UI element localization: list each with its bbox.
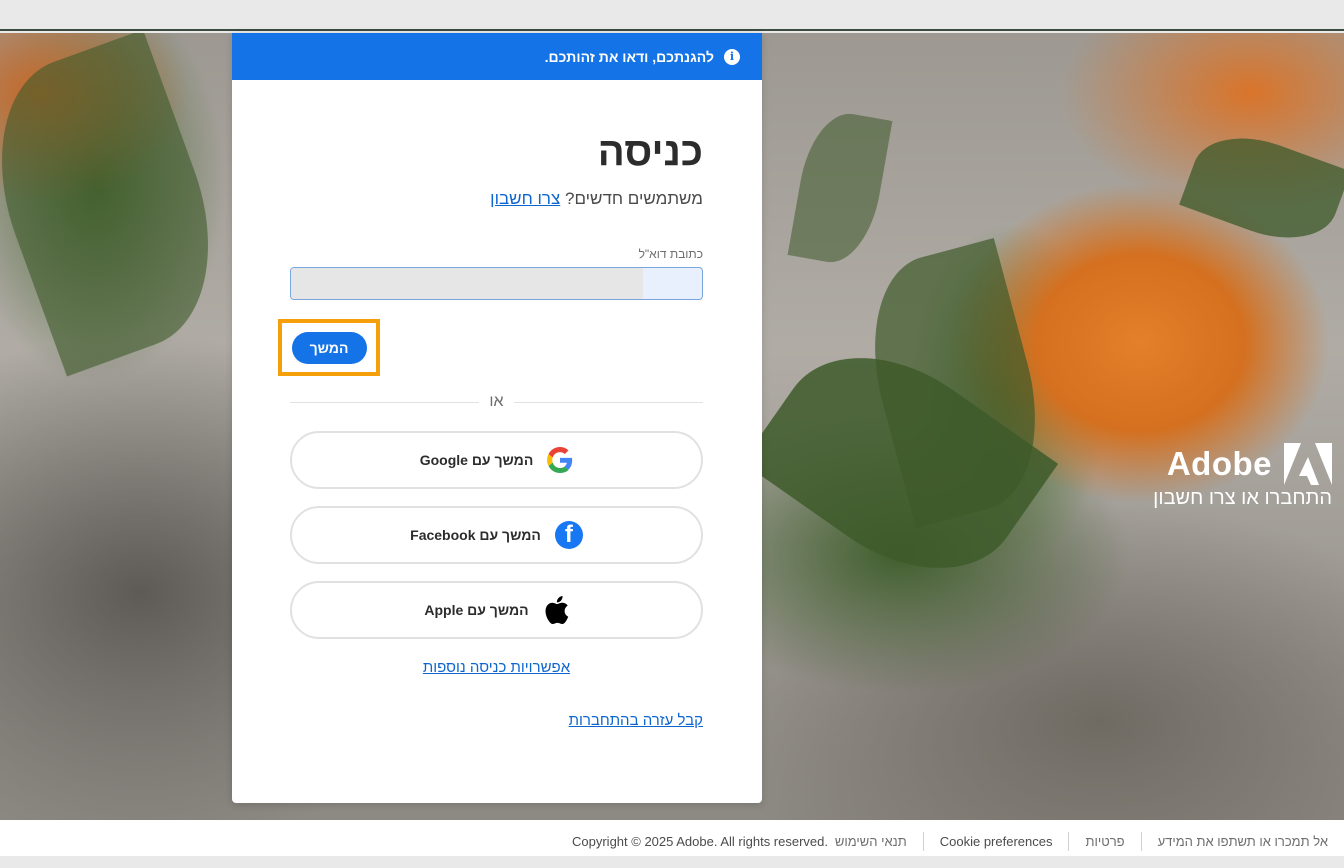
brand-subtitle: התחברו או צרו חשבון (1153, 487, 1332, 509)
email-field-wrapper (290, 267, 703, 300)
facebook-label: המשך עם Facebook (410, 527, 541, 543)
continue-highlight: המשך (278, 319, 380, 376)
email-label: כתובת דוא"ל (638, 247, 703, 261)
continue-with-facebook-button[interactable]: f המשך עם Facebook (290, 506, 703, 564)
browser-top-bar (0, 0, 1344, 31)
signin-content: כניסה משתמשים חדשים? צרו חשבון כתובת דוא… (232, 128, 762, 729)
new-users-row: משתמשים חדשים? צרו חשבון (291, 189, 703, 209)
page-title: כניסה (597, 130, 703, 174)
continue-with-apple-button[interactable]: המשך עם Apple (290, 581, 703, 639)
more-signin-options-link[interactable]: אפשרויות כניסה נוספות (290, 659, 703, 676)
footer-terms-link[interactable]: תנאי השימוש (819, 832, 923, 851)
divider-line (513, 401, 703, 403)
brand-block: Adobe התחברו או צרו חשבון (1153, 443, 1332, 510)
footer: אל תמכרו או תשתפו את המידע פרטיות Cookie… (0, 820, 1344, 868)
signin-card: i להגנתכם, ודאו את זהותכם. כניסה משתמשים… (232, 33, 762, 803)
facebook-icon: f (554, 521, 583, 549)
apple-label-provider: Apple (424, 602, 464, 618)
banner-text: להגנתכם, ודאו את זהותכם. (544, 48, 714, 65)
google-label-provider: Google (419, 452, 468, 468)
apple-label-prefix: המשך עם (467, 602, 529, 618)
adobe-logo-icon (1284, 443, 1332, 485)
or-text: או (489, 393, 504, 410)
signin-help-link[interactable]: קבל עזרה בהתחברות (290, 712, 703, 729)
google-label: המשך עם Google (420, 452, 534, 468)
create-account-link[interactable]: צרו חשבון (490, 189, 560, 208)
footer-links: אל תמכרו או תשתפו את המידע פרטיות Cookie… (819, 832, 1344, 851)
footer-copyright: Copyright © 2025 Adobe. All rights reser… (572, 834, 829, 849)
apple-label: המשך עם Apple (424, 602, 528, 618)
or-divider: או (289, 393, 703, 411)
info-icon: i (724, 48, 740, 65)
new-users-text: משתמשים חדשים? (564, 189, 703, 208)
facebook-label-provider: Facebook (410, 527, 476, 543)
footer-cookie-preferences-link[interactable]: Cookie preferences (922, 832, 1069, 851)
verify-identity-banner: i להגנתכם, ודאו את זהותכם. (232, 33, 762, 80)
continue-with-google-button[interactable]: המשך עם Google (290, 431, 703, 489)
continue-button[interactable]: המשך (291, 331, 367, 364)
divider-line (289, 401, 480, 403)
footer-privacy-link[interactable]: פרטיות (1068, 832, 1140, 851)
google-icon (547, 447, 573, 473)
brand-name: Adobe (1166, 445, 1272, 482)
facebook-label-prefix: המשך עם (479, 527, 541, 543)
footer-do-not-sell-link[interactable]: אל תמכרו או תשתפו את המידע (1140, 832, 1344, 851)
email-field[interactable] (291, 268, 702, 299)
google-label-prefix: המשך עם (471, 452, 534, 468)
apple-icon (545, 596, 568, 625)
